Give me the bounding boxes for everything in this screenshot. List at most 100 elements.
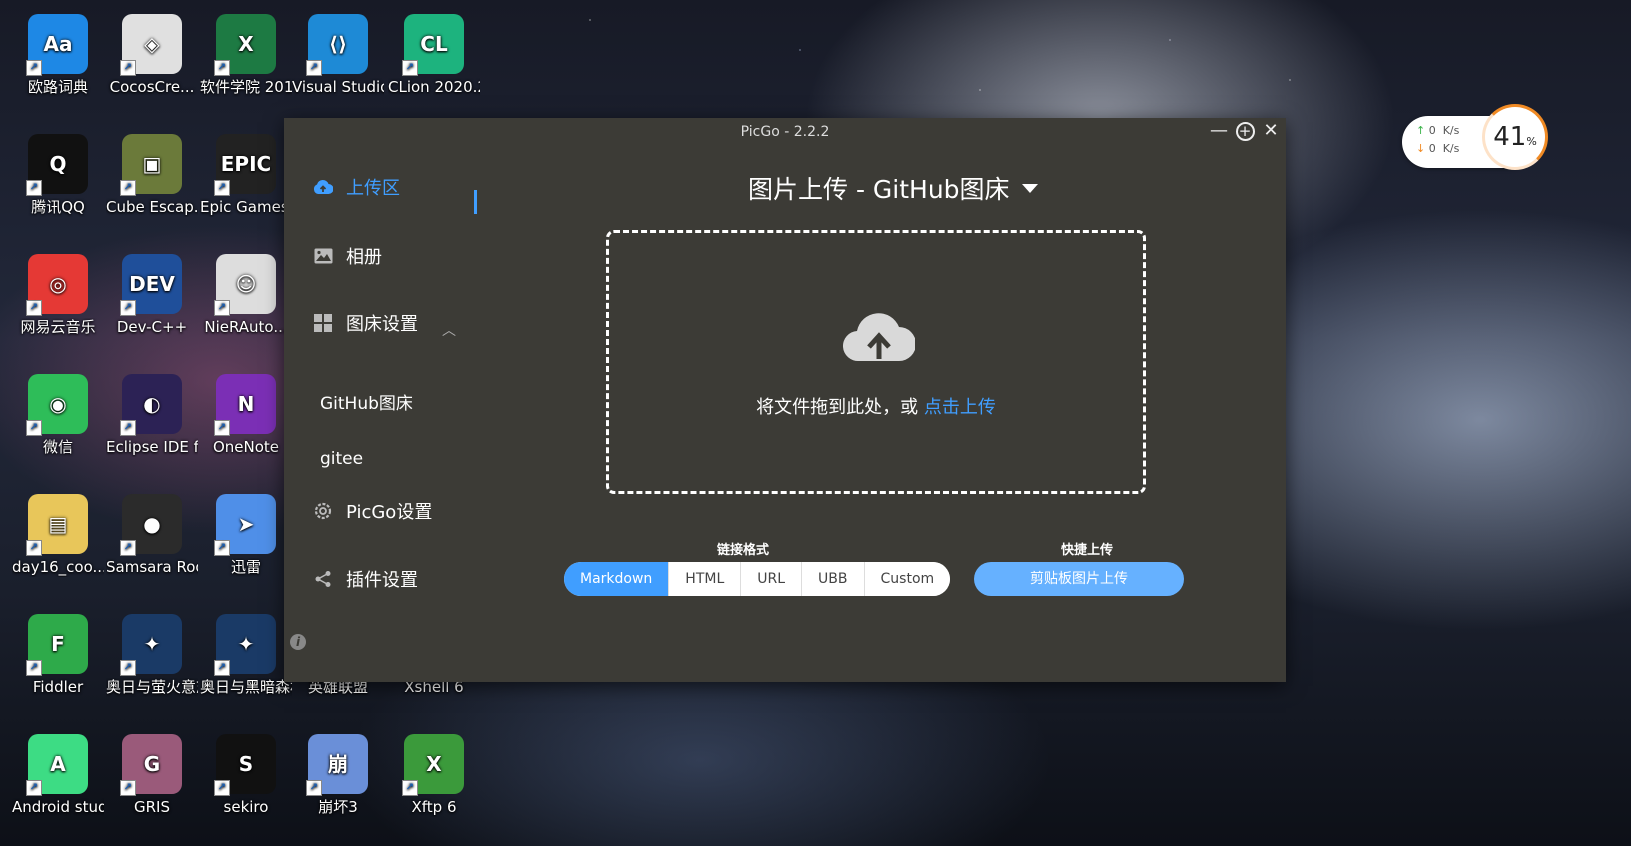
desktop-shortcut-label: 奥日与萤火意志 bbox=[106, 678, 198, 696]
plus-circle-icon: + bbox=[1235, 121, 1255, 141]
desktop-shortcut[interactable]: Aa ↗ 欧路词典 bbox=[12, 14, 104, 97]
format-option-html[interactable]: HTML bbox=[668, 562, 741, 596]
desktop-shortcut[interactable]: ◐↗ Eclipse IDE for Java D... bbox=[106, 374, 198, 457]
desktop-shortcut-label: Epic Games Launcher bbox=[200, 198, 292, 216]
shortcut-arrow-icon: ↗ bbox=[214, 300, 230, 316]
clipboard-upload-button[interactable]: 剪贴板图片上传 bbox=[974, 562, 1184, 596]
upload-title[interactable]: 图片上传 - GitHub图床 bbox=[748, 170, 1038, 206]
shortcut-arrow-icon: ↗ bbox=[26, 660, 42, 676]
click-upload-link[interactable]: 点击上传 bbox=[924, 397, 996, 418]
desktop-shortcut[interactable]: F ↗ Fiddler bbox=[12, 614, 104, 697]
download-arrow-icon: ↓ bbox=[1416, 142, 1426, 155]
picgo-window: PicGo - 2.2.2 — + ✕ 上传区 相册 图床设置 ︿ GitHub… bbox=[284, 118, 1286, 682]
desktop-shortcut-label: Android studio bbox=[12, 798, 104, 816]
desktop-shortcut-label: 欧路词典 bbox=[27, 78, 88, 96]
desktop-shortcut[interactable]: ⟨⟩↗ Visual Studio Code bbox=[292, 14, 384, 97]
memory-usage-gauge: 41% bbox=[1482, 104, 1548, 170]
sidebar-item-album[interactable]: 相册 bbox=[312, 241, 382, 271]
sekiro-icon: S ↗ bbox=[214, 734, 276, 796]
desktop-shortcut[interactable]: ◈ ↗ CocosCre... bbox=[106, 14, 198, 97]
desktop-shortcut-label: OneNote bbox=[212, 438, 280, 456]
desktop-shortcut[interactable]: EPIC↗ Epic Games Launcher bbox=[200, 134, 292, 217]
desktop-shortcut[interactable]: ●↗ Samsara Room bbox=[106, 494, 198, 577]
picbed-title: 图片上传 - GitHub图床 bbox=[748, 175, 1010, 204]
sidebar-item-picbed-settings[interactable]: 图床设置 bbox=[312, 308, 418, 338]
desktop-shortcut-label: day16_coo... bbox=[12, 558, 104, 576]
title-bar[interactable]: PicGo - 2.2.2 — + ✕ bbox=[284, 118, 1286, 146]
desktop-shortcut-label: NieRAuto... bbox=[204, 318, 288, 336]
qq-icon: Q ↗ bbox=[26, 134, 88, 196]
upload-dropzone[interactable]: 将文件拖到此处，或 点击上传 bbox=[606, 230, 1146, 494]
desktop-shortcut[interactable]: ▣ ↗ Cube Escap... bbox=[106, 134, 198, 217]
link-format-group: Markdown HTML URL UBB Custom bbox=[564, 562, 951, 596]
format-option-ubb[interactable]: UBB bbox=[801, 562, 864, 596]
desktop-shortcut-label: CocosCre... bbox=[109, 78, 195, 96]
desktop-shortcut[interactable]: Q ↗ 腾讯QQ bbox=[12, 134, 104, 217]
shortcut-arrow-icon: ↗ bbox=[26, 180, 42, 196]
shortcut-arrow-icon: ↗ bbox=[120, 300, 136, 316]
desktop-shortcut[interactable]: ✦↗ 奥日与萤火意志 bbox=[106, 614, 198, 697]
drop-hint-text: 将文件拖到此处，或 bbox=[756, 397, 924, 418]
xftp-icon: X ↗ bbox=[402, 734, 464, 796]
shortcut-arrow-icon: ↗ bbox=[120, 660, 136, 676]
desktop-shortcut[interactable]: ☺ ↗ NieRAuto... bbox=[200, 254, 292, 337]
desktop-shortcut[interactable]: CL↗ CLion 2020.2 x64 bbox=[388, 14, 480, 97]
desktop-shortcut-label: Cube Escap... bbox=[106, 198, 198, 216]
window-title: PicGo - 2.2.2 bbox=[740, 124, 830, 140]
desktop-shortcut[interactable]: ➤ ↗ 迅雷 bbox=[200, 494, 292, 577]
shortcut-arrow-icon: ↗ bbox=[120, 180, 136, 196]
desktop-shortcut[interactable]: DEV ↗ Dev-C++ bbox=[106, 254, 198, 337]
shortcut-arrow-icon: ↗ bbox=[214, 660, 230, 676]
format-option-custom[interactable]: Custom bbox=[863, 562, 951, 596]
sidebar-item-picgo-settings[interactable]: PicGo设置 bbox=[312, 496, 432, 526]
desktop-shortcut[interactable]: S ↗ sekiro bbox=[200, 734, 292, 817]
sidebar-item-upload[interactable]: 上传区 bbox=[312, 172, 400, 202]
format-option-url[interactable]: URL bbox=[740, 562, 802, 596]
link-format-label: 链接格式 bbox=[717, 543, 770, 558]
desktop-shortcut[interactable]: ◎ ↗ 网易云音乐 bbox=[12, 254, 104, 337]
devcpp-icon: DEV ↗ bbox=[120, 254, 182, 316]
desktop-shortcut[interactable]: ◉ ↗ 微信 bbox=[12, 374, 104, 457]
desktop-shortcut-label: 崩坏3 bbox=[318, 798, 358, 816]
sidebar-label-album: 相册 bbox=[346, 247, 382, 268]
shortcut-arrow-icon: ↗ bbox=[26, 300, 42, 316]
active-indicator bbox=[474, 190, 477, 214]
shortcut-arrow-icon: ↗ bbox=[214, 420, 230, 436]
shortcut-arrow-icon: ↗ bbox=[26, 420, 42, 436]
ori-wisps-icon: ✦ ↗ bbox=[120, 614, 182, 676]
sidebar-label-picgo-settings: PicGo设置 bbox=[346, 502, 433, 523]
shortcut-arrow-icon: ↗ bbox=[214, 60, 230, 76]
samsara-room-icon: ● ↗ bbox=[120, 494, 182, 556]
sidebar-item-plugin-settings[interactable]: 插件设置 bbox=[312, 564, 418, 594]
chevron-up-icon[interactable]: ︿ bbox=[442, 320, 456, 340]
desktop-shortcut[interactable]: N ↗ OneNote bbox=[200, 374, 292, 457]
info-icon[interactable]: i bbox=[290, 634, 306, 650]
desktop-shortcut-label: 腾讯QQ bbox=[31, 198, 85, 216]
format-option-markdown[interactable]: Markdown bbox=[564, 562, 669, 596]
desktop-shortcut-label: 微信 bbox=[42, 438, 73, 456]
minimize-button[interactable]: — bbox=[1208, 120, 1230, 142]
desktop-shortcut-label: 软件学院 2019～202... bbox=[200, 78, 292, 96]
shortcut-arrow-icon: ↗ bbox=[120, 420, 136, 436]
wechat-icon: ◉ ↗ bbox=[26, 374, 88, 436]
shortcut-arrow-icon: ↗ bbox=[402, 780, 418, 796]
image-icon bbox=[312, 245, 334, 267]
desktop-shortcut[interactable]: ▤ ↗ day16_coo... bbox=[12, 494, 104, 577]
desktop-shortcut[interactable]: ✦↗ 奥日与黑暗森林 bbox=[200, 614, 292, 697]
network-speed-widget[interactable]: ↑ 0 K/s ↓ 0 K/s 41% bbox=[1402, 104, 1548, 170]
gris-icon: G ↗ bbox=[120, 734, 182, 796]
sidebar-item-gitee[interactable]: gitee bbox=[320, 449, 363, 469]
epic-games-icon: EPIC ↗ bbox=[214, 134, 276, 196]
desktop-shortcut[interactable]: 崩 ↗ 崩坏3 bbox=[292, 734, 384, 817]
sidebar-item-github[interactable]: GitHub图床 bbox=[320, 389, 413, 414]
desktop-shortcut[interactable]: A↗ Android studio bbox=[12, 734, 104, 817]
desktop-shortcut-label: 奥日与黑暗森林 bbox=[200, 678, 292, 696]
desktop-shortcut[interactable]: X↗ 软件学院 2019～202... bbox=[200, 14, 292, 97]
desktop-shortcut-label: Xftp 6 bbox=[411, 798, 457, 816]
shortcut-arrow-icon: ↗ bbox=[120, 540, 136, 556]
desktop-shortcut[interactable]: X ↗ Xftp 6 bbox=[388, 734, 480, 817]
desktop-shortcut[interactable]: G ↗ GRIS bbox=[106, 734, 198, 817]
shortcut-arrow-icon: ↗ bbox=[214, 780, 230, 796]
maximize-button[interactable]: + bbox=[1234, 120, 1256, 142]
close-button[interactable]: ✕ bbox=[1260, 120, 1282, 142]
